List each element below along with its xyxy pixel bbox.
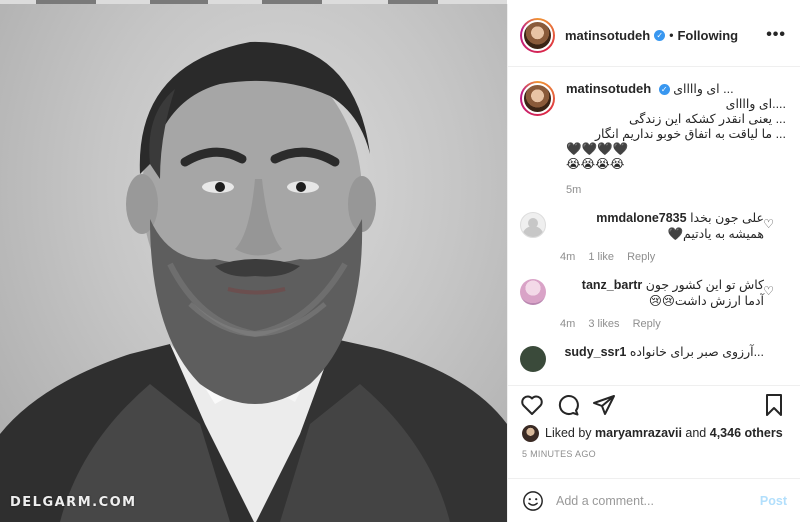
comment-time[interactable]: 4m (560, 251, 575, 263)
comment-bubble-icon[interactable] (556, 393, 580, 417)
post-comment-button[interactable]: Post (760, 494, 787, 508)
comment-likes[interactable]: 3 likes (588, 318, 619, 330)
like-comment-heart-icon[interactable]: ♡ (763, 284, 774, 298)
caption-body: matinsotudeh ✓ ... ای واااای ....ای وااا… (566, 81, 786, 196)
caption-line: ....ای واااای (725, 97, 786, 111)
author-avatar[interactable] (520, 17, 555, 53)
caption-line: 🖤🖤🖤🖤 (566, 142, 629, 156)
comment-line: علی جون بخدا mmdalone7835 (560, 210, 764, 226)
comment-body: کاش تو این کشور جون tanz_bartr آدما ارزش… (560, 277, 786, 330)
post-photo[interactable]: DELGARM.COM (0, 4, 507, 522)
comment-meta: 4m 1 like Reply (560, 251, 764, 263)
liker-avatar[interactable] (522, 424, 539, 442)
verified-badge-icon: ✓ (654, 29, 666, 41)
caption-first-line: matinsotudeh ✓ ... ای واااای (566, 81, 786, 97)
comment-time[interactable]: 4m (560, 318, 575, 330)
caption-time[interactable]: 5m (566, 184, 786, 196)
likes-prefix: Liked by (545, 426, 592, 440)
comment-text: آدما ارزش داشت😢😢 (648, 294, 764, 308)
post-detail-panel: matinsotudeh ✓ • Following ••• matinsotu… (507, 4, 800, 522)
separator-dot: • (669, 28, 674, 42)
verified-badge-icon: ✓ (658, 84, 670, 95)
caption-line: ... ای واااای (673, 82, 734, 96)
comment-text: ...آرزوی صبر برای خانواده (629, 345, 764, 359)
like-heart-icon[interactable] (520, 393, 544, 417)
comments-section[interactable]: matinsotudeh ✓ ... ای واااای ....ای وااا… (508, 67, 800, 385)
caption-line: 😭😭😭😭 (566, 157, 625, 171)
comment-composer: Post (508, 478, 800, 522)
share-paper-plane-icon[interactable] (592, 393, 616, 417)
portrait-illustration (0, 41, 507, 522)
caption-username[interactable]: matinsotudeh (566, 81, 651, 96)
like-comment-heart-icon[interactable]: ♡ (763, 217, 774, 231)
caption-line: ... یعنی انقدر کشکه این زندگی (629, 112, 786, 126)
comment-item-partial: ...آرزوی صبر برای خانواده sudy_ssr1 (520, 344, 786, 372)
likes-others[interactable]: 4,346 others (710, 426, 783, 440)
comment-item: کاش تو این کشور جون tanz_bartr آدما ارزش… (520, 277, 786, 330)
watermark: DELGARM.COM (10, 495, 137, 510)
instagram-post-modal: DELGARM.COM matinsotudeh ✓ • Following •… (0, 0, 800, 522)
comment-username[interactable]: sudy_ssr1 (564, 345, 626, 359)
reply-button[interactable]: Reply (627, 251, 655, 263)
comment-line: کاش تو این کشور جون tanz_bartr (560, 277, 764, 293)
save-bookmark-icon[interactable] (762, 393, 786, 417)
likes-and: and (685, 426, 707, 440)
following-button[interactable]: Following (677, 28, 738, 43)
comment-text: همیشه به یادتیم🖤 (667, 227, 764, 241)
comment-username[interactable]: tanz_bartr (582, 278, 642, 292)
reply-button[interactable]: Reply (633, 318, 661, 330)
author-username[interactable]: matinsotudeh (565, 28, 650, 43)
comment-likes[interactable]: 1 like (588, 251, 614, 263)
comment-line: ...آرزوی صبر برای خانواده sudy_ssr1 (560, 344, 764, 360)
likes-summary: Liked by maryamrazavii and 4,346 others (508, 423, 800, 443)
action-bar (508, 385, 800, 423)
commenter-avatar[interactable] (520, 346, 546, 372)
post-header: matinsotudeh ✓ • Following ••• (508, 4, 800, 67)
caption: matinsotudeh ✓ ... ای واااای ....ای وااا… (520, 81, 786, 196)
emoji-smiley-icon[interactable] (522, 490, 544, 512)
commenter-avatar[interactable] (520, 279, 546, 305)
liker-username[interactable]: maryamrazavii (595, 426, 682, 440)
post-timestamp[interactable]: 5 MINUTES AGO (508, 443, 800, 459)
comment-body: ...آرزوی صبر برای خانواده sudy_ssr1 (560, 344, 786, 372)
comment-meta: 4m 3 likes Reply (560, 318, 764, 330)
more-options-icon[interactable]: ••• (766, 26, 786, 44)
comment-input[interactable] (556, 493, 760, 508)
comment-body: علی جون بخدا mmdalone7835 همیشه به یادتی… (560, 210, 786, 263)
caption-line: ... ما لیاقت به اتفاق خوبو نداریم انگار (594, 127, 786, 141)
caption-avatar[interactable] (520, 81, 555, 116)
comment-username[interactable]: mmdalone7835 (596, 211, 686, 225)
comment-text: کاش تو این کشور جون (645, 278, 764, 292)
commenter-avatar[interactable] (520, 212, 546, 238)
comment-item: علی جون بخدا mmdalone7835 همیشه به یادتی… (520, 210, 786, 263)
comment-text: علی جون بخدا (690, 211, 764, 225)
